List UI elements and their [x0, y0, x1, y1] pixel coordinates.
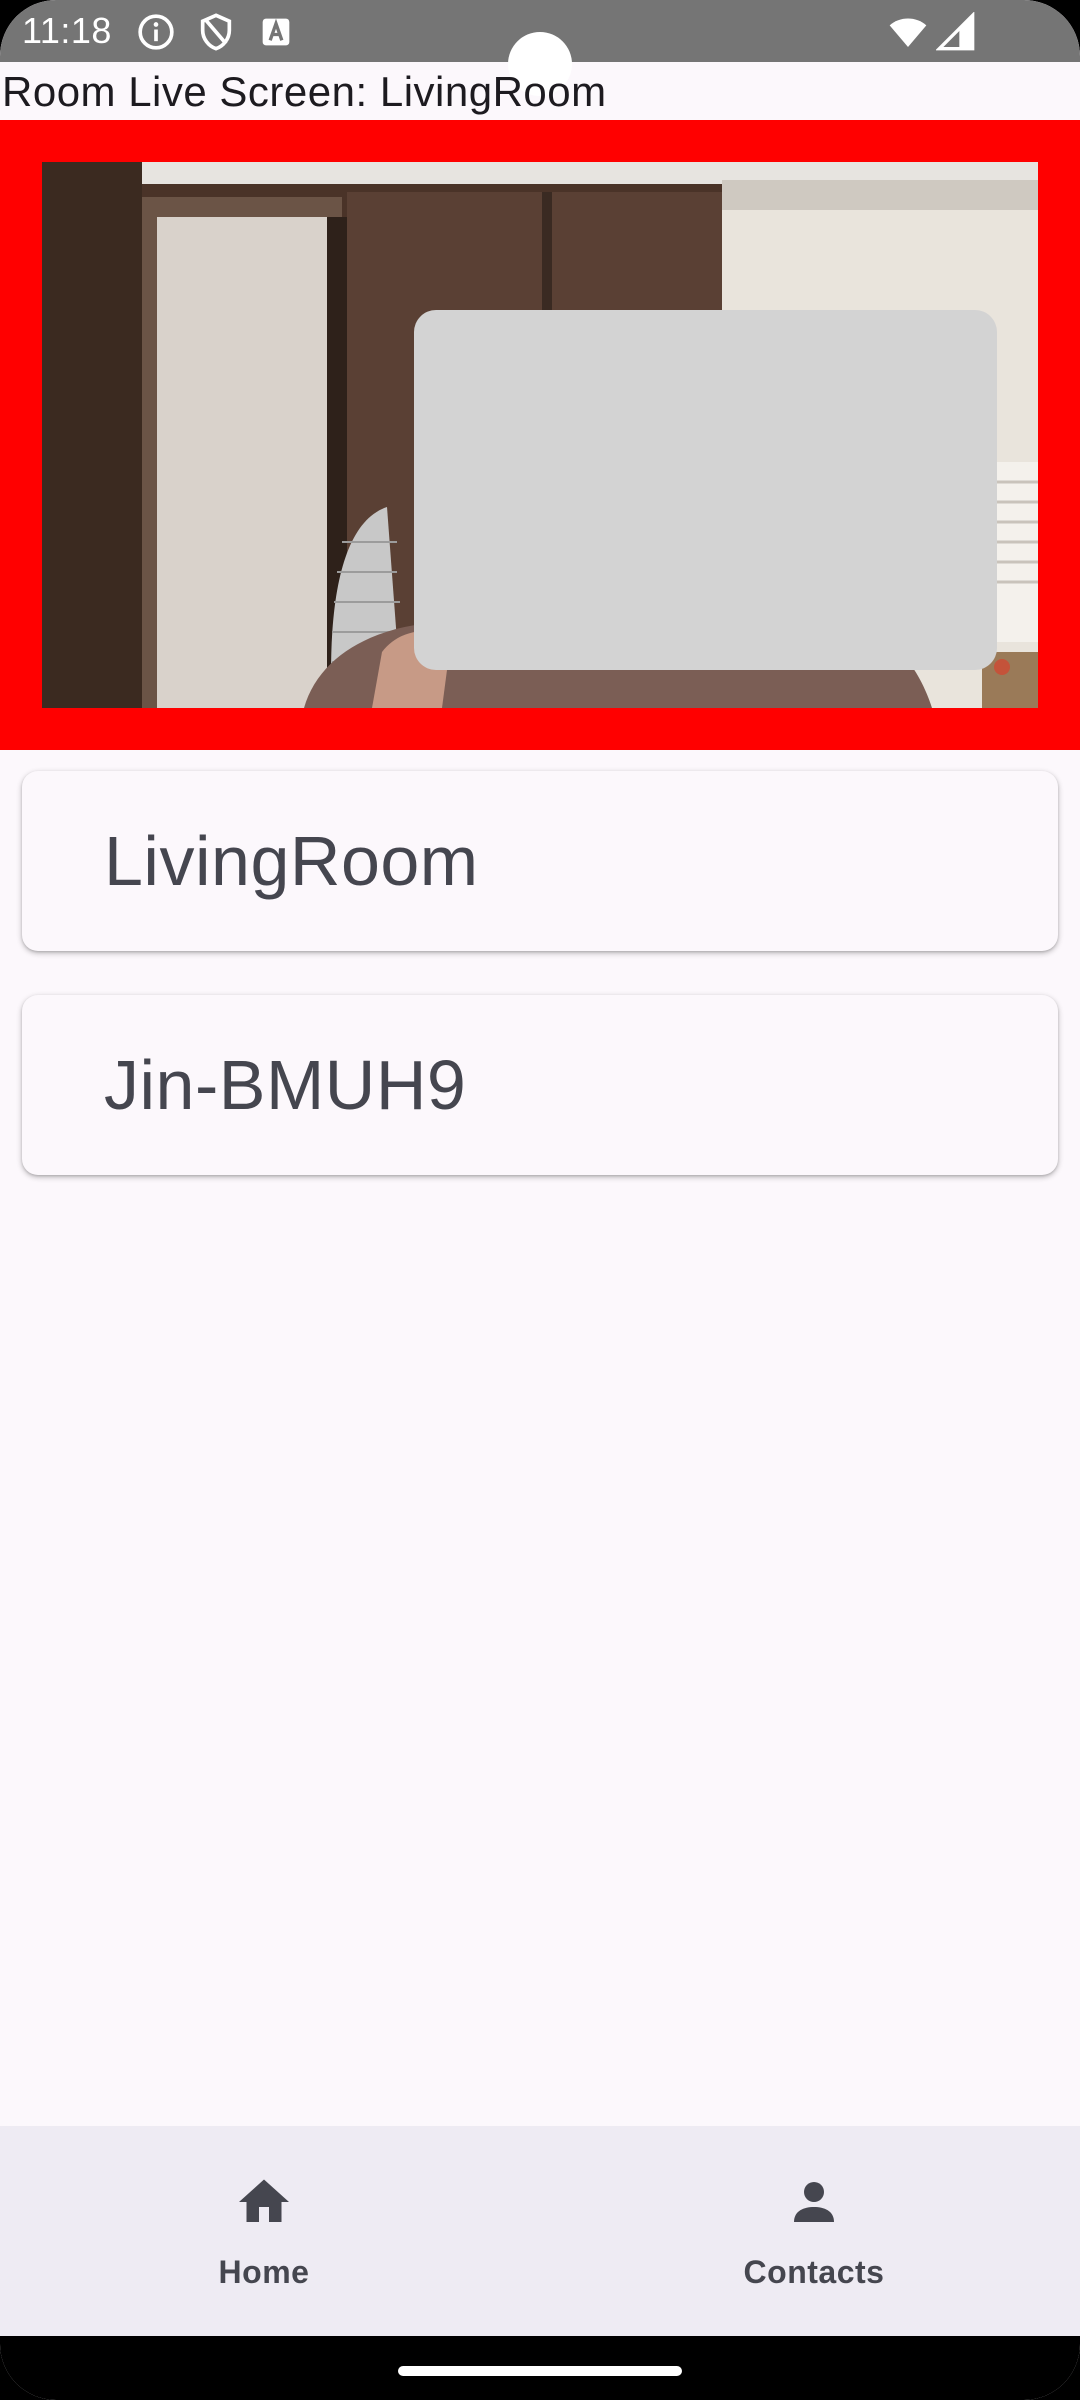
page-title: Room Live Screen: LivingRoom — [2, 68, 607, 115]
live-video-frame — [0, 120, 1080, 750]
room-card-label: Jin-BMUH9 — [104, 1046, 467, 1124]
nav-item-contacts[interactable]: Contacts — [664, 2126, 964, 2336]
room-card-livingroom[interactable]: LivingRoom — [22, 771, 1058, 951]
room-card-jin-bmuh9[interactable]: Jin-BMUH9 — [22, 995, 1058, 1175]
signal-icon — [936, 12, 975, 51]
person-icon — [794, 2182, 834, 2222]
system-gesture-bar — [0, 2336, 1080, 2400]
live-video[interactable] — [42, 162, 1038, 708]
app-screen: 11:18 Room Live Screen: LivingRoom Livin… — [0, 0, 1080, 2400]
room-card-label: LivingRoom — [104, 822, 479, 900]
info-icon — [138, 14, 174, 50]
nav-label-home: Home — [218, 2254, 310, 2290]
home-gesture-handle[interactable] — [398, 2366, 682, 2376]
status-time: 11:18 — [22, 10, 112, 51]
shield-icon — [200, 13, 232, 51]
font-a-icon — [262, 18, 290, 46]
wifi-icon — [889, 18, 927, 47]
nav-item-home[interactable]: Home — [114, 2126, 414, 2336]
nav-label-contacts: Contacts — [743, 2254, 885, 2290]
video-overlay-panel — [414, 310, 997, 670]
bottom-navigation: Home Contacts — [0, 2126, 1080, 2336]
home-icon — [239, 2179, 289, 2222]
